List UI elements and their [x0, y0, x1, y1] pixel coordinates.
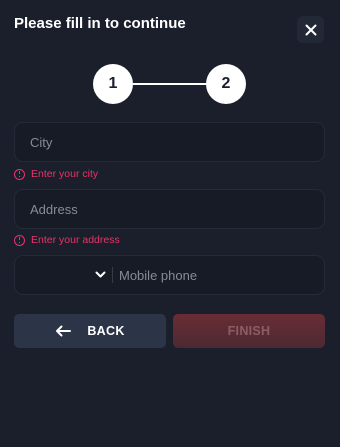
finish-button-label: FINISH	[227, 324, 271, 338]
back-button-label: BACK	[87, 324, 125, 338]
step-2: 2	[206, 64, 246, 104]
page-title: Please fill in to continue	[14, 15, 186, 32]
mobile-phone-input[interactable]	[113, 256, 329, 294]
chevron-down-icon	[95, 271, 106, 278]
address-error: Enter your address	[14, 234, 120, 246]
city-field[interactable]	[14, 122, 325, 162]
finish-button[interactable]: FINISH	[173, 314, 325, 348]
phone-field	[14, 255, 329, 295]
close-button[interactable]	[297, 16, 324, 43]
step-indicator: 1 2	[93, 64, 246, 104]
step-1: 1	[93, 64, 133, 104]
step-connector	[133, 83, 206, 85]
address-error-text: Enter your address	[31, 234, 120, 246]
city-input[interactable]	[15, 123, 324, 161]
alert-circle-icon	[14, 168, 25, 180]
back-button[interactable]: BACK	[14, 314, 166, 348]
country-code-select[interactable]	[15, 256, 112, 294]
city-error: Enter your city	[14, 168, 98, 180]
alert-circle-icon	[14, 234, 25, 246]
arrow-left-icon	[55, 325, 72, 337]
address-field[interactable]	[14, 189, 325, 229]
city-error-text: Enter your city	[31, 168, 99, 180]
address-input[interactable]	[15, 190, 324, 228]
close-icon	[305, 24, 316, 35]
